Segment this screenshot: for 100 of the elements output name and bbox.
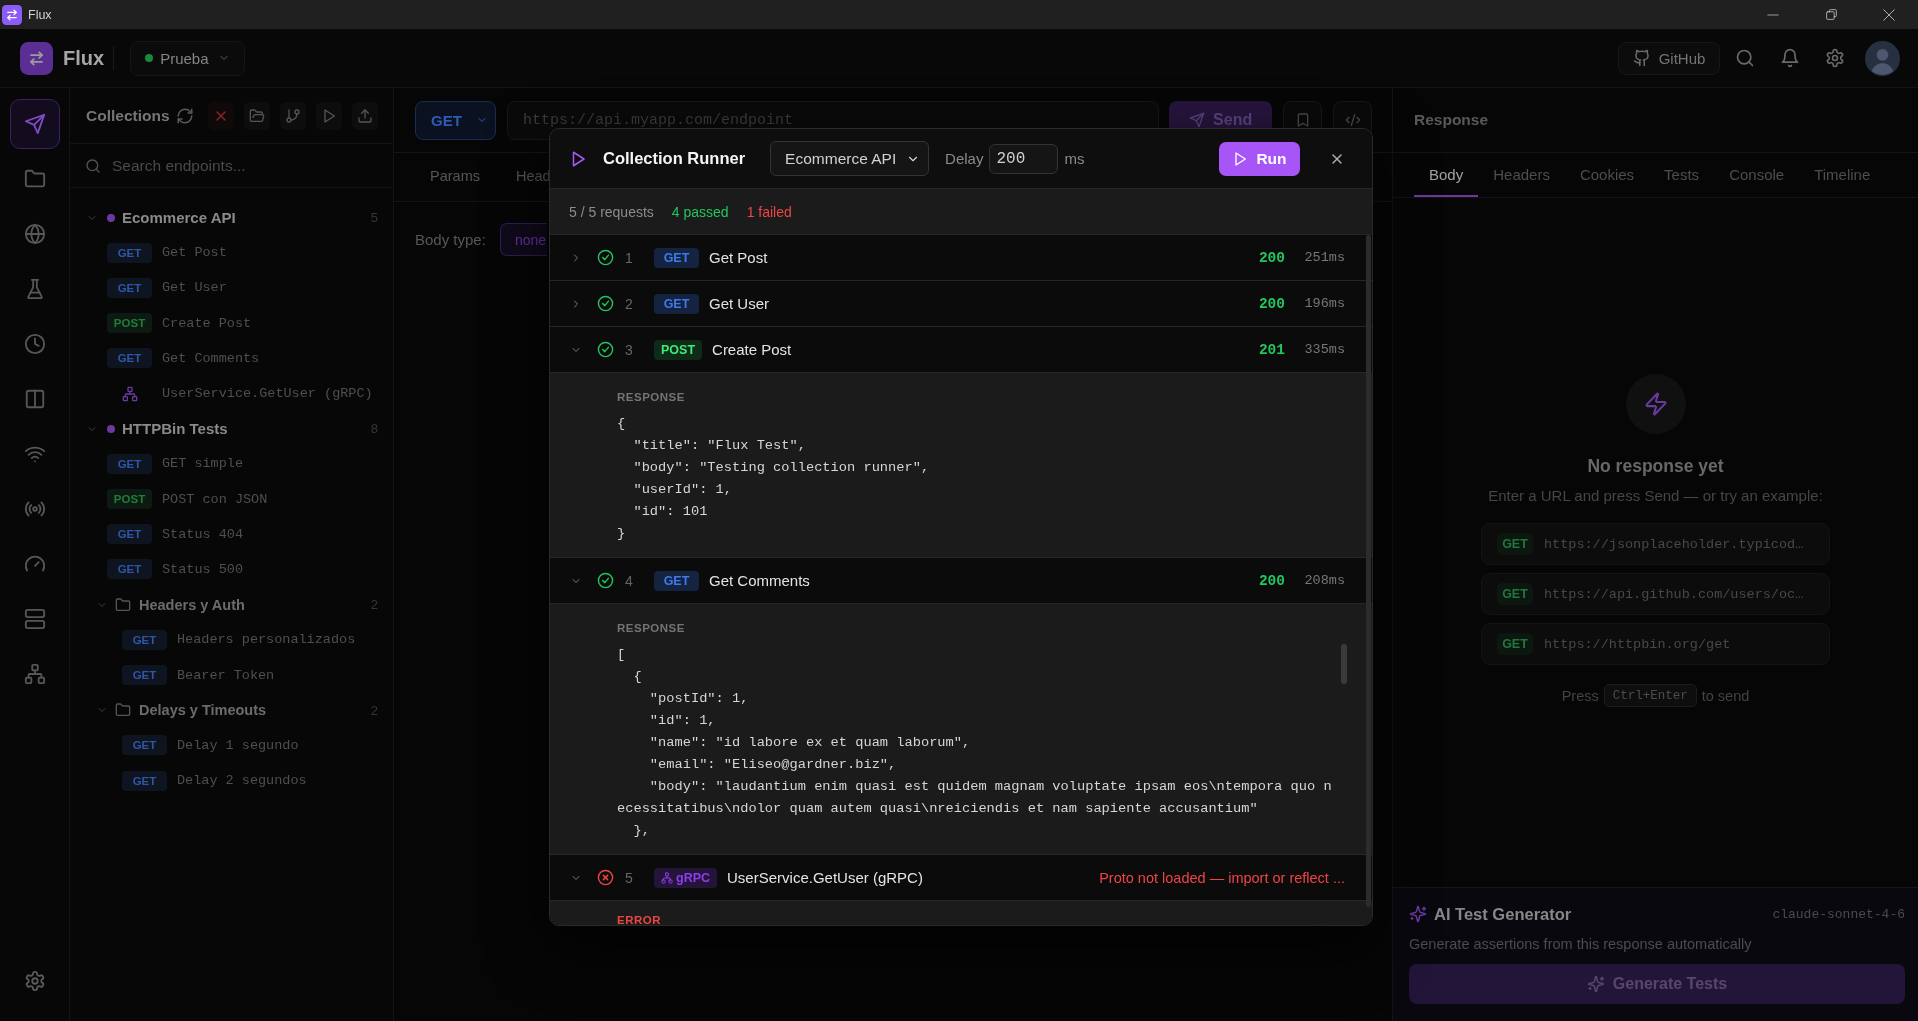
- request-name[interactable]: POST con JSON: [162, 491, 268, 507]
- failed-count: 1 failed: [746, 203, 792, 220]
- tab[interactable]: Console: [1714, 153, 1800, 197]
- delay-unit: ms: [1064, 150, 1085, 167]
- example-request[interactable]: GET https://jsonplaceholder.typicod…: [1481, 523, 1830, 565]
- request-name[interactable]: Status 500: [162, 561, 243, 577]
- result-row[interactable]: 5 gRPC UserService.GetUser (gRPC) Proto not loaded — import or reflect ...: [550, 855, 1372, 901]
- upload-button[interactable]: [352, 101, 378, 130]
- tab[interactable]: Params: [415, 153, 480, 201]
- request-name[interactable]: UserService.GetUser (gRPC): [162, 386, 373, 402]
- branch-button[interactable]: [280, 101, 306, 130]
- search-icon[interactable]: [1735, 48, 1755, 68]
- request-name: Create Post: [712, 341, 792, 358]
- body-type-chip[interactable]: none: [499, 223, 548, 256]
- request-name[interactable]: Delay 2 segundos: [177, 773, 307, 789]
- result-row[interactable]: 4 GET Get Comments 200 208ms: [550, 558, 1372, 604]
- open-folder-button[interactable]: [244, 101, 270, 130]
- restore-icon[interactable]: [1824, 8, 1838, 21]
- request-name[interactable]: Bearer Token: [177, 667, 275, 683]
- request-name[interactable]: Get Post: [162, 245, 227, 261]
- bell-icon[interactable]: [1780, 48, 1800, 68]
- example-request[interactable]: GET https://api.github.com/users/oc…: [1481, 573, 1830, 615]
- clock-icon[interactable]: [23, 333, 46, 355]
- request-name: Get User: [709, 295, 769, 312]
- status-code: 201: [1258, 341, 1285, 358]
- search-icon: [85, 157, 101, 174]
- upload-icon: [357, 107, 373, 124]
- method-badge: GET: [1497, 633, 1533, 655]
- tab[interactable]: Body: [1414, 153, 1479, 197]
- tab[interactable]: Headers: [1478, 153, 1565, 197]
- tab[interactable]: Cookies: [1564, 153, 1650, 197]
- request-name: Get Comments: [709, 572, 810, 589]
- ai-title: AI Test Generator: [1434, 904, 1572, 924]
- github-button[interactable]: GitHub: [1618, 41, 1720, 75]
- request-name[interactable]: Status 404: [162, 526, 243, 542]
- delete-button[interactable]: [208, 101, 234, 130]
- folder-icon: [115, 596, 131, 613]
- network-icon[interactable]: [23, 663, 46, 685]
- github-icon: [1632, 49, 1651, 67]
- globe-icon[interactable]: [23, 223, 46, 245]
- result-row[interactable]: 2 GET Get User 200 196ms: [550, 281, 1372, 327]
- refresh-icon[interactable]: [176, 106, 194, 125]
- scrollbar[interactable]: [1341, 644, 1347, 684]
- settings-icon[interactable]: [1825, 48, 1845, 68]
- example-url: https://jsonplaceholder.typicod…: [1544, 536, 1804, 552]
- search-field[interactable]: Search endpoints...: [112, 156, 372, 175]
- avatar[interactable]: [1865, 40, 1900, 76]
- response-json-text: { "title": "Flux Test", "body": "Testing collection runner", "userId": 1, "id": 101 }: [617, 415, 931, 543]
- delay-field[interactable]: 200: [989, 143, 1059, 174]
- folder-icon[interactable]: [23, 168, 46, 190]
- run-button[interactable]: Run: [1219, 141, 1300, 176]
- request-count: 5 / 5 requests: [569, 203, 654, 220]
- request-name[interactable]: Delay 1 segundo: [177, 737, 299, 753]
- app-name: Flux: [63, 46, 105, 70]
- folder-name[interactable]: Headers y Auth: [139, 596, 245, 613]
- status-dot-icon: [145, 54, 154, 62]
- method-badge: GET: [654, 247, 699, 268]
- scrollbar[interactable]: [1366, 235, 1371, 907]
- lightning-icon: [1625, 374, 1686, 434]
- request-name[interactable]: Headers personalizados: [177, 632, 356, 648]
- paper-plane-icon[interactable]: [23, 113, 46, 135]
- branch-icon: [285, 107, 301, 124]
- play-button[interactable]: [316, 101, 342, 130]
- folder-name[interactable]: Delays y Timeouts: [139, 702, 267, 719]
- request-name[interactable]: GET simple: [162, 456, 243, 472]
- ai-description: Generate assertions from this response automatically: [1409, 936, 1753, 952]
- hint-text: to send: [1701, 687, 1750, 704]
- window-title: Flux: [28, 7, 52, 22]
- request-name[interactable]: Get Comments: [162, 350, 260, 366]
- tab[interactable]: Tests: [1649, 153, 1715, 197]
- method-badge: POST: [107, 489, 152, 510]
- collection-dot-icon: [107, 213, 115, 222]
- environment-selector[interactable]: Prueba: [130, 40, 246, 76]
- method-dropdown[interactable]: GET: [415, 100, 496, 140]
- status-code: 200: [1258, 249, 1285, 266]
- passed-count: 4 passed: [671, 203, 729, 220]
- example-request[interactable]: GET https://httpbin.org/get: [1481, 623, 1830, 665]
- collection-name[interactable]: HTTPBin Tests: [122, 420, 228, 438]
- settings-icon[interactable]: [23, 970, 46, 992]
- columns-icon[interactable]: [23, 388, 46, 410]
- collections-title: Collections: [86, 106, 170, 125]
- result-row[interactable]: 1 GET Get Post 200 251ms: [550, 235, 1372, 281]
- response-time: 208ms: [1304, 573, 1345, 588]
- method-badge: GET: [1497, 533, 1533, 555]
- close-icon[interactable]: [1882, 7, 1896, 22]
- folder-icon: [115, 702, 131, 719]
- collection-name[interactable]: Ecommerce API: [122, 209, 236, 227]
- nav-button[interactable]: [9, 99, 60, 149]
- result-row[interactable]: 3 POST Create Post 201 335ms: [550, 327, 1372, 373]
- request-name[interactable]: Create Post: [162, 315, 252, 331]
- request-name[interactable]: Get User: [162, 280, 227, 296]
- method-badge: POST: [107, 313, 152, 334]
- model-name: claude-sonnet-4-6: [1772, 906, 1905, 922]
- method-badge: GET: [107, 524, 152, 545]
- collection-dot-icon: [107, 424, 115, 433]
- collection-select[interactable]: Ecommerce API: [770, 141, 930, 176]
- section-label: RESPONSE: [617, 390, 685, 405]
- server-icon[interactable]: [23, 608, 46, 630]
- tab[interactable]: Timeline: [1799, 153, 1886, 197]
- result-number: 1: [625, 249, 634, 266]
